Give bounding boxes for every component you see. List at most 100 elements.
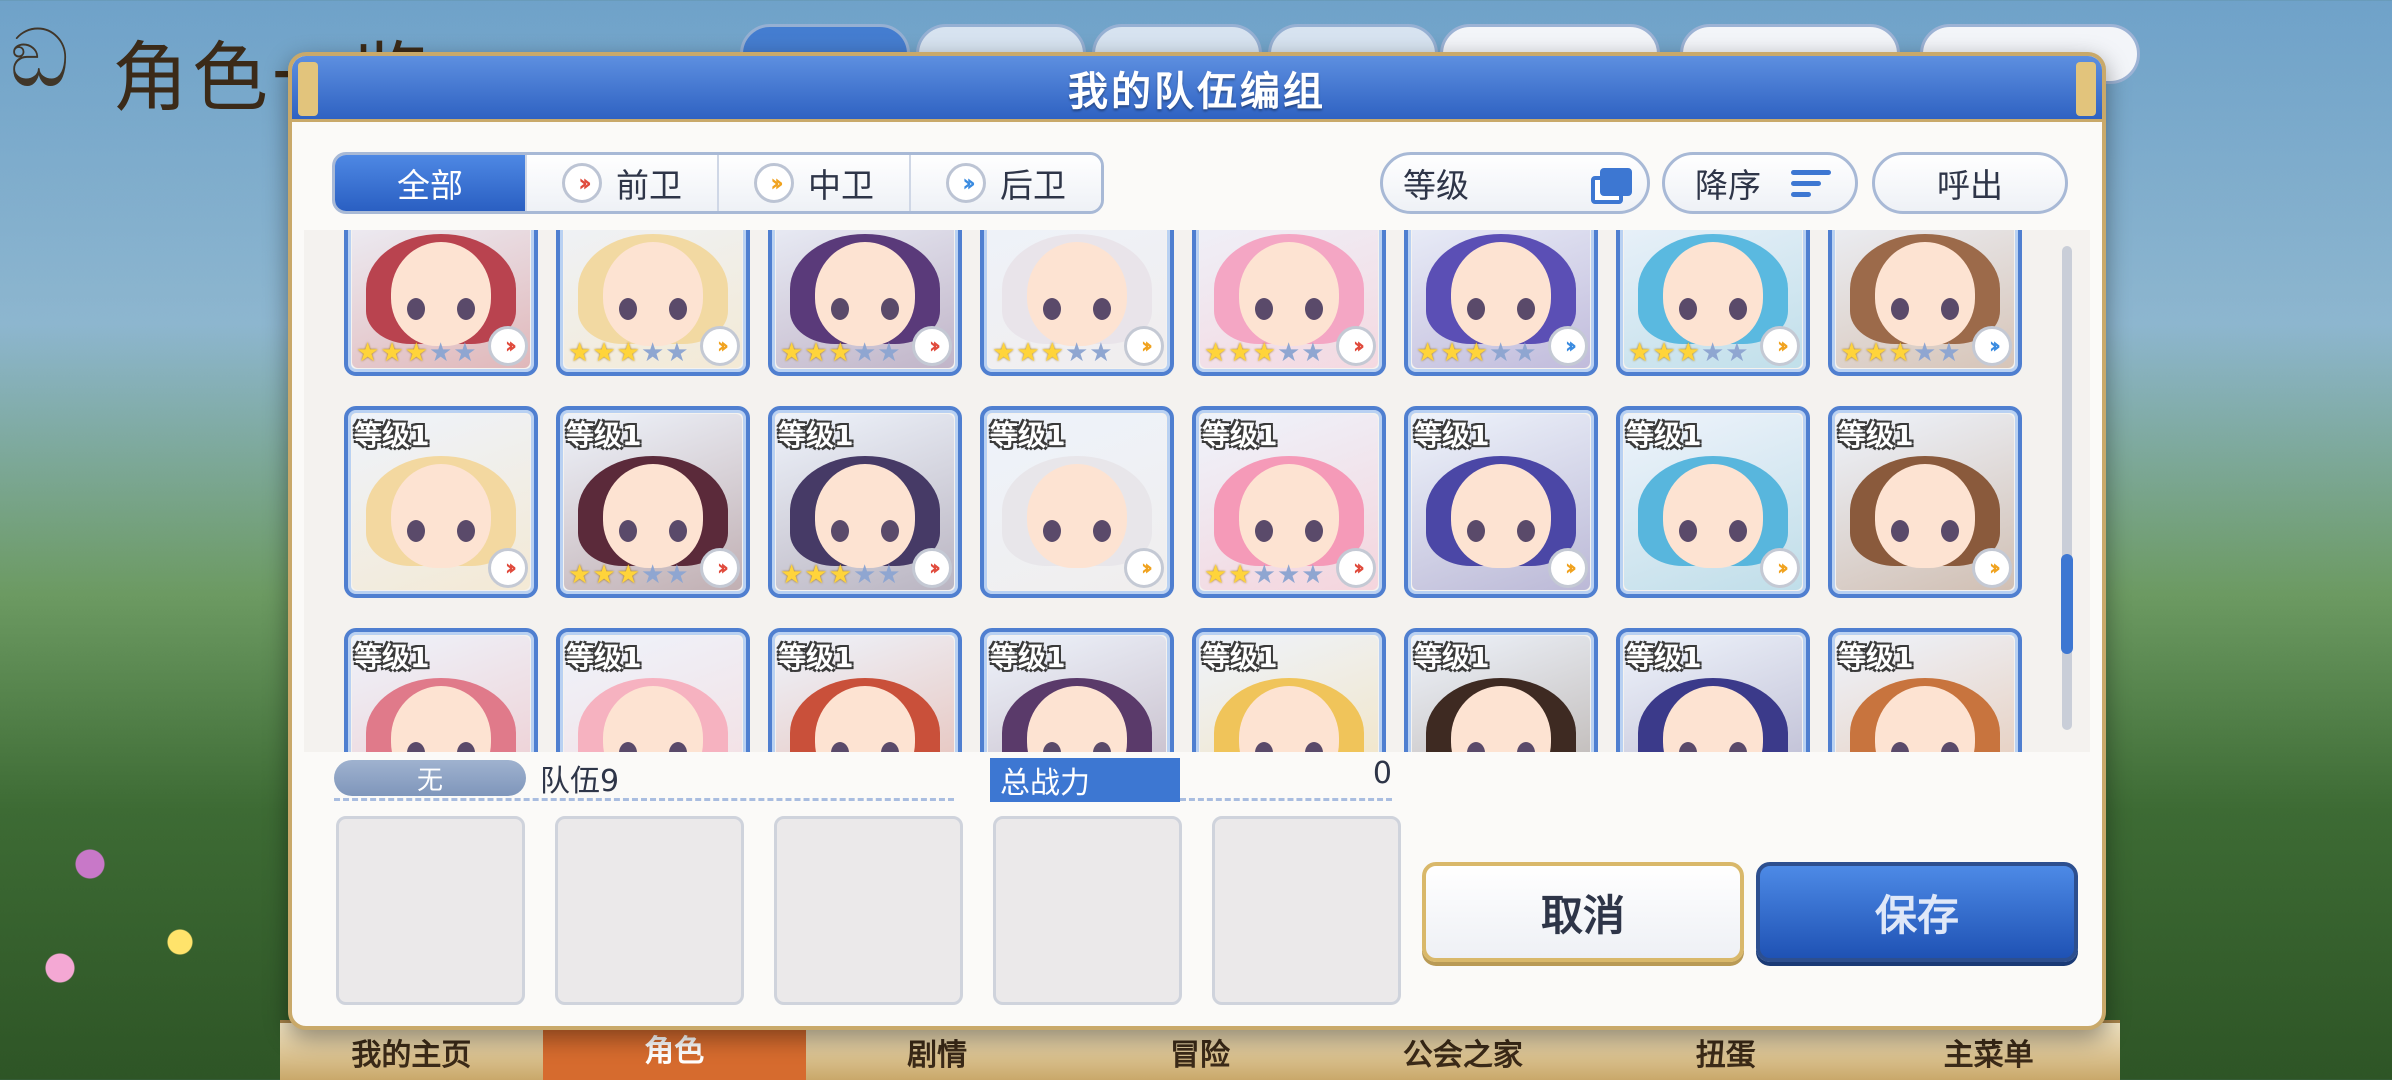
- character-card[interactable]: 等级1★★★★★››: [1616, 230, 1810, 376]
- character-card[interactable]: 等级1★★★★★››: [1828, 628, 2022, 752]
- character-card[interactable]: 等级1★★★★★››: [1192, 230, 1386, 376]
- character-card[interactable]: 等级1★★★★★››: [344, 230, 538, 376]
- character-card[interactable]: 等级1››: [768, 628, 962, 752]
- character-card[interactable]: 等级1››: [980, 628, 1174, 752]
- star-icon: ★: [804, 560, 828, 590]
- character-level: 等级1: [1414, 230, 1489, 232]
- filter-tab-label: 前卫: [616, 166, 682, 205]
- character-eyes: [1255, 741, 1323, 752]
- character-grid-viewport[interactable]: 等级1★★★★★››等级1★★★★★››等级1★★★★★››等级1★★★★★››…: [304, 230, 2090, 752]
- star-icon: ★: [1064, 338, 1089, 368]
- middle-role-icon: ››: [1760, 548, 1800, 588]
- filter-tab[interactable]: ›› 前卫: [527, 155, 719, 211]
- character-card[interactable]: 等级1★★★★★››: [768, 230, 962, 376]
- team-slot[interactable]: [993, 816, 1182, 1005]
- star-rating: ★ ★ ★ ★ ★: [568, 340, 689, 366]
- star-icon: ★: [1488, 338, 1513, 368]
- character-face: [391, 464, 491, 569]
- character-card[interactable]: 等级1››: [1404, 406, 1598, 598]
- character-eyes: [1467, 297, 1535, 320]
- team-slot[interactable]: [555, 816, 744, 1005]
- character-face: [1875, 464, 1975, 569]
- character-card[interactable]: 等级1››: [1616, 406, 1810, 598]
- character-card[interactable]: 等级1★★★★★››: [1404, 628, 1598, 752]
- character-level: 等级1: [1202, 641, 1278, 674]
- team-name: 队伍9: [540, 764, 620, 799]
- star-icon: ★: [1937, 338, 1961, 368]
- character-card[interactable]: 等级1★★★★★››: [980, 230, 1174, 376]
- star-icon: ★: [1040, 338, 1064, 368]
- star-icon: ★: [1464, 338, 1488, 368]
- character-card[interactable]: 等级1★★★★★››: [556, 230, 750, 376]
- character-level: 等级1: [1838, 641, 1914, 674]
- character-grid: 等级1★★★★★››等级1★★★★★››等级1★★★★★››等级1★★★★★››…: [344, 230, 2022, 752]
- star-icon: ★: [828, 560, 852, 590]
- filter-tab[interactable]: ›› 中卫: [719, 155, 911, 211]
- filter-tab-label: 中卫: [808, 166, 874, 205]
- star-icon: ★: [1725, 338, 1749, 368]
- character-card[interactable]: 等级1★★★★★››: [1192, 628, 1386, 752]
- scrollbar-thumb[interactable]: [2061, 554, 2073, 654]
- character-face: [815, 242, 915, 347]
- character-card[interactable]: 等级1★★★★★››: [1192, 406, 1386, 598]
- character-eyes: [1043, 519, 1111, 542]
- team-slot[interactable]: [336, 816, 525, 1005]
- grid-scrollbar[interactable]: [2061, 246, 2073, 730]
- character-eyes: [1679, 741, 1747, 752]
- team-slot[interactable]: [774, 816, 963, 1005]
- character-card[interactable]: 等级1››: [980, 406, 1174, 598]
- character-level: 等级1: [1626, 641, 1702, 674]
- character-card[interactable]: 等级1››: [344, 406, 538, 598]
- front-role-icon: ››: [488, 326, 528, 366]
- character-level: 等级1: [778, 641, 854, 674]
- character-card[interactable]: 等级1★★★★★››: [1828, 230, 2022, 376]
- swirl-logo-icon: ඞ: [10, 12, 70, 105]
- sort-order-button[interactable]: 降序: [1662, 152, 1858, 214]
- character-face: [1663, 242, 1763, 347]
- call-button[interactable]: 呼出: [1872, 152, 2068, 214]
- star-icon: ★: [1228, 338, 1252, 368]
- star-icon: ★: [1016, 338, 1040, 368]
- star-icon: ★: [1252, 560, 1276, 590]
- character-card[interactable]: 等级1››: [556, 628, 750, 752]
- star-icon: ★: [804, 338, 828, 368]
- star-icon: ★: [1888, 338, 1912, 368]
- sort-descending-icon: [1791, 168, 1831, 198]
- sort-order-label: 降序: [1695, 166, 1761, 205]
- character-level: 等级1: [778, 230, 853, 232]
- nav-item: 剧情: [907, 1037, 968, 1073]
- star-rating: ★ ★ ★ ★ ★: [1416, 340, 1537, 366]
- character-card[interactable]: 等级1★★★★★››: [556, 406, 750, 598]
- character-card[interactable]: 等级1★★★★★››: [768, 406, 962, 598]
- character-eyes: [619, 297, 687, 320]
- star-rating: ★ ★ ★ ★ ★: [356, 340, 477, 366]
- star-icon: ★: [1416, 338, 1440, 368]
- filter-tab[interactable]: 全部: [335, 155, 527, 211]
- star-rating: ★ ★ ★ ★ ★: [1840, 340, 1961, 366]
- cancel-button[interactable]: 取消: [1422, 862, 1744, 962]
- star-icon: ★: [1089, 338, 1113, 368]
- star-icon: ★: [852, 338, 877, 368]
- character-card[interactable]: 等级1★★★★★››: [1404, 230, 1598, 376]
- character-level: 等级1: [1202, 230, 1277, 232]
- save-button[interactable]: 保存: [1756, 862, 2078, 962]
- middle-role-icon: ››: [754, 163, 794, 203]
- total-power-label: 总战力: [990, 758, 1180, 802]
- character-card[interactable]: 等级1››: [1828, 406, 2022, 598]
- star-icon: ★: [1204, 560, 1228, 590]
- nav-item: 主菜单: [1943, 1037, 2034, 1073]
- power-divider: [1180, 798, 1392, 801]
- sort-field-button[interactable]: 等级: [1380, 152, 1650, 214]
- character-level: 等级1: [566, 641, 642, 674]
- character-card[interactable]: 等级1★★★★★››: [1616, 628, 1810, 752]
- star-rating: ★ ★ ★ ★ ★: [568, 562, 689, 588]
- star-icon: ★: [1864, 338, 1888, 368]
- dialog-title: 我的队伍编组: [1068, 68, 1326, 115]
- character-card[interactable]: 等级1››: [344, 628, 538, 752]
- character-level: 等级1: [778, 419, 854, 452]
- filter-tab[interactable]: ›› 后卫: [911, 155, 1101, 211]
- star-icon: ★: [428, 338, 453, 368]
- team-slot[interactable]: [1212, 816, 1401, 1005]
- star-icon: ★: [780, 560, 804, 590]
- character-eyes: [619, 741, 687, 752]
